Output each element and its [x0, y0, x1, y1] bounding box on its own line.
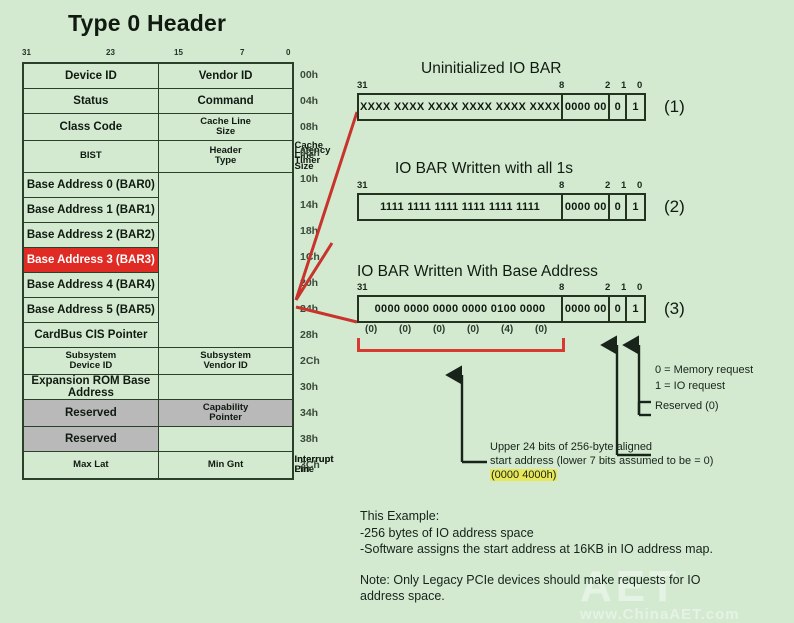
- note-line-2: address space.: [360, 588, 713, 605]
- upper-bits-annotation: Upper 24 bits of 256-byte aligned start …: [490, 441, 713, 482]
- io-request-label: 1 = IO request: [655, 380, 753, 394]
- bit0-meaning-memory: 0 = Memory request 1 = IO request: [655, 364, 753, 394]
- reserved-bit-label-wrap: Reserved (0): [655, 400, 719, 414]
- upper-bits-line-2: start address (lower 7 bits assumed to b…: [490, 455, 713, 469]
- note-line-1: Note: Only Legacy PCIe devices should ma…: [360, 572, 713, 589]
- spacer: [360, 558, 713, 572]
- example-line-1: -256 bytes of IO address space: [360, 525, 713, 542]
- example-line-2: -Software assigns the start address at 1…: [360, 541, 713, 558]
- memory-request-label: 0 = Memory request: [655, 364, 753, 378]
- example-notes-block: This Example: -256 bytes of IO address s…: [360, 508, 713, 605]
- upper-bits-value: (0000 4000h): [490, 469, 557, 481]
- upper-bits-line-1: Upper 24 bits of 256-byte aligned: [490, 441, 713, 455]
- upper-bits-value-wrap: (0000 4000h): [490, 469, 713, 483]
- reserved-bit-label: Reserved (0): [655, 400, 719, 414]
- example-heading: This Example:: [360, 508, 713, 525]
- diagram-canvas: AET www.ChinaAET.com Type 0 Header 31231…: [0, 0, 794, 620]
